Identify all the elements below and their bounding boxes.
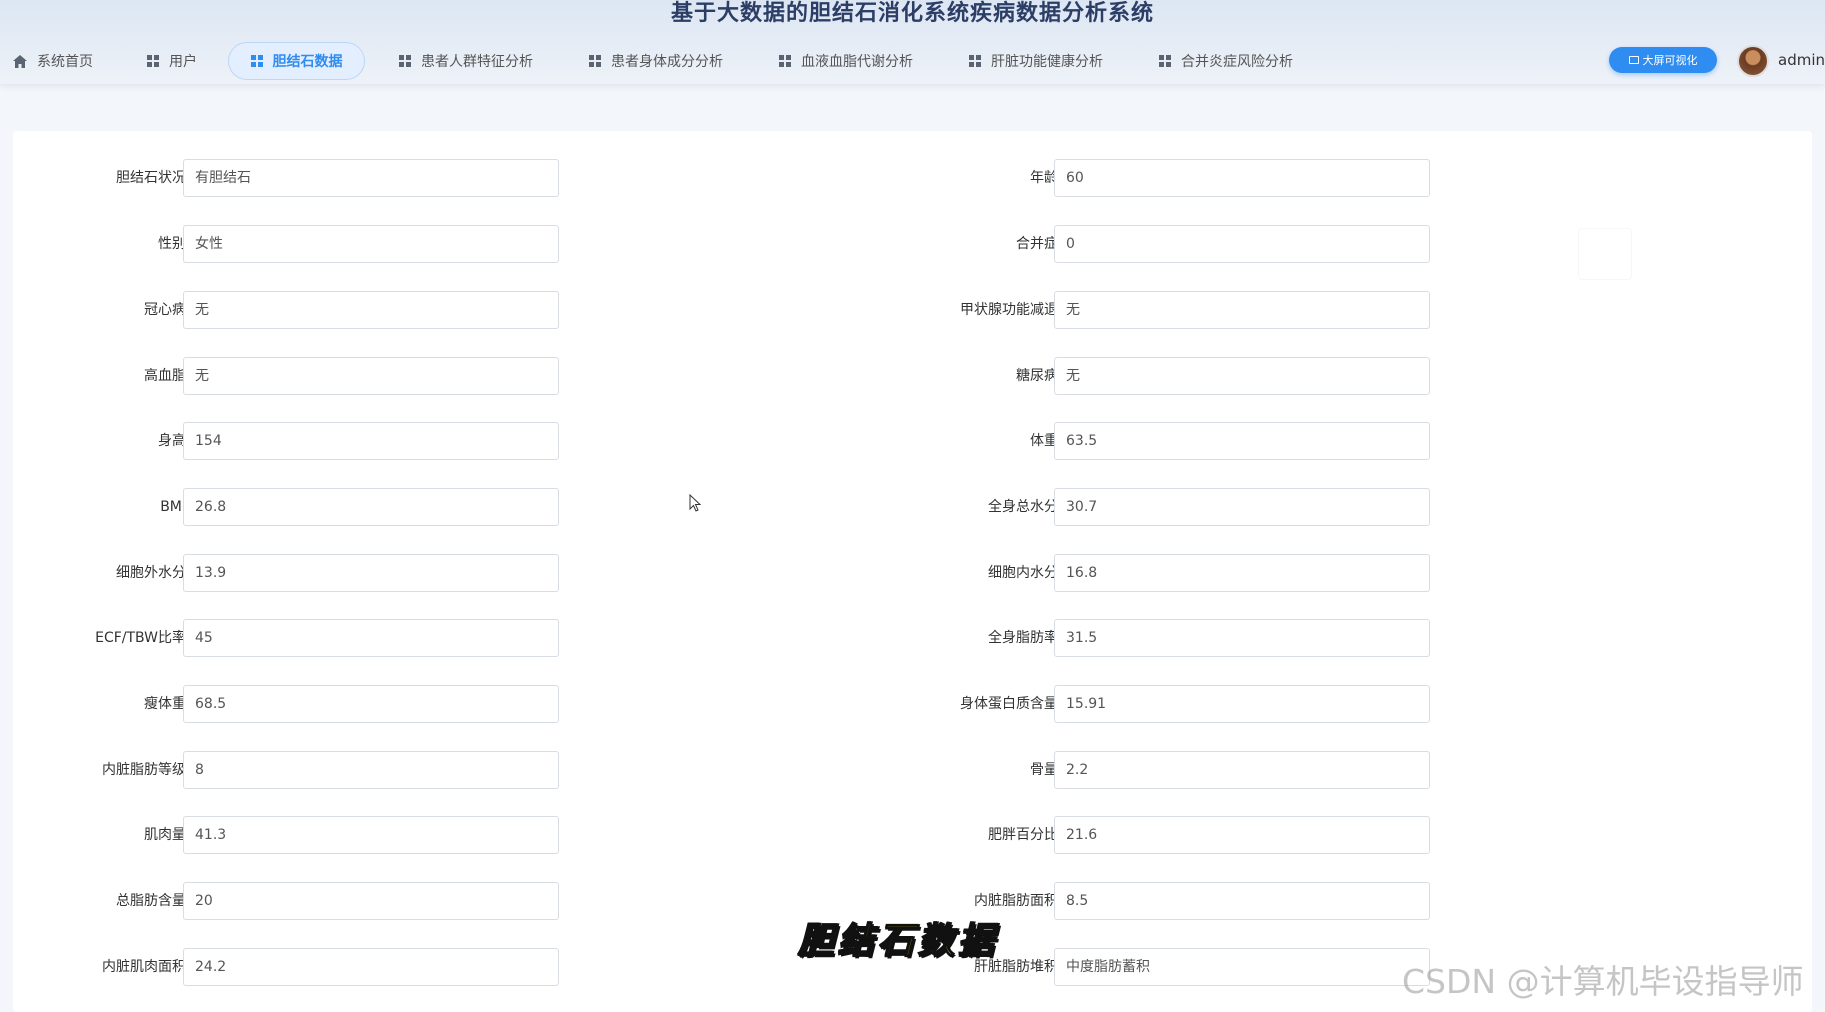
intracellular-water-field[interactable]: 16.8 <box>1054 554 1430 592</box>
age-field[interactable]: 60 <box>1054 159 1430 197</box>
total-body-water-field[interactable]: 30.7 <box>1054 488 1430 526</box>
weight-field[interactable]: 63.5 <box>1054 422 1430 460</box>
nav-label: 合并炎症风险分析 <box>1181 54 1293 70</box>
muscle-mass-field[interactable]: 41.3 <box>183 816 559 854</box>
lean-mass-field[interactable]: 68.5 <box>183 685 559 723</box>
field-label: 合并症 <box>1016 236 1058 252</box>
avatar[interactable] <box>1737 45 1769 77</box>
field-label: BMI <box>160 499 186 515</box>
field-label: 身体蛋白质含量 <box>960 696 1058 712</box>
coronary-disease-field[interactable]: 无 <box>183 291 559 329</box>
nav-home[interactable]: 系统首页 <box>13 42 93 80</box>
body-protein-field[interactable]: 15.91 <box>1054 685 1430 723</box>
field-label: 甲状腺功能减退 <box>960 302 1058 318</box>
hyperlipidemia-field[interactable]: 无 <box>183 357 559 395</box>
height-field[interactable]: 154 <box>183 422 559 460</box>
grid-icon <box>1159 55 1171 67</box>
gallstone-status-field[interactable]: 有胆结石 <box>183 159 559 197</box>
field-label: 肌肉量 <box>144 827 186 843</box>
comorbidity-field[interactable]: 0 <box>1054 225 1430 263</box>
field-label: 内脏脂肪面积 <box>974 893 1058 909</box>
video-caption: 胆结石数据 <box>797 919 999 963</box>
field-label: 性别 <box>158 236 186 252</box>
body-fat-rate-field[interactable]: 31.5 <box>1054 619 1430 657</box>
nav-liver-function[interactable]: 肝脏功能健康分析 <box>969 42 1103 80</box>
nav-label: 患者身体成分分析 <box>611 54 723 70</box>
nav-label: 用户 <box>169 54 197 70</box>
field-label: 冠心病 <box>144 302 186 318</box>
home-icon <box>13 54 27 68</box>
nav-blood-lipid[interactable]: 血液血脂代谢分析 <box>779 42 913 80</box>
field-label: 糖尿病 <box>1016 368 1058 384</box>
hypothyroidism-field[interactable]: 无 <box>1054 291 1430 329</box>
field-label: 高血脂 <box>144 368 186 384</box>
visceral-fat-level-field[interactable]: 8 <box>183 751 559 789</box>
app-title: 基于大数据的胆结石消化系统疾病数据分析系统 <box>670 1 1154 26</box>
username[interactable]: admin <box>1778 51 1825 69</box>
nav-label: 患者人群特征分析 <box>421 54 533 70</box>
gender-field[interactable]: 女性 <box>183 225 559 263</box>
field-label: 总脂肪含量 <box>116 893 186 909</box>
nav-users[interactable]: 用户 <box>147 42 197 80</box>
grid-icon <box>147 55 159 67</box>
field-label: 身高 <box>158 433 186 449</box>
field-label: 瘦体重 <box>144 696 186 712</box>
grid-icon <box>589 55 601 67</box>
diabetes-field[interactable]: 无 <box>1054 357 1430 395</box>
grid-icon <box>969 55 981 67</box>
nav-population-analysis[interactable]: 患者人群特征分析 <box>399 42 533 80</box>
nav-gallstone-data[interactable]: 胆结石数据 <box>228 42 365 80</box>
nav-label: 系统首页 <box>37 54 93 70</box>
visceral-fat-area-field[interactable]: 8.5 <box>1054 882 1430 920</box>
bmi-field[interactable]: 26.8 <box>183 488 559 526</box>
monitor-icon <box>1628 56 1639 64</box>
image-placeholder <box>1578 228 1632 280</box>
grid-icon <box>250 55 263 67</box>
grid-icon <box>399 55 411 67</box>
visceral-muscle-area-field[interactable]: 24.2 <box>183 948 559 986</box>
liver-fat-accumulation-field[interactable]: 中度脂肪蓄积 <box>1054 948 1430 986</box>
ecf-tbw-ratio-field[interactable]: 45 <box>183 619 559 657</box>
field-label: 胆结石状况 <box>116 170 186 186</box>
nav-body-composition[interactable]: 患者身体成分分析 <box>589 42 723 80</box>
field-label: 年龄 <box>1030 170 1058 186</box>
nav-label: 胆结石数据 <box>272 54 343 70</box>
watermark: CSDN @计算机毕设指导师 <box>1402 962 1804 1001</box>
nav-label: 肝脏功能健康分析 <box>991 54 1103 70</box>
extracellular-water-field[interactable]: 13.9 <box>183 554 559 592</box>
bigscreen-label: 大屏可视化 <box>1642 54 1698 67</box>
field-label: 细胞外水分 <box>116 565 186 581</box>
field-label: 全身总水分 <box>988 499 1058 515</box>
nav-label: 血液血脂代谢分析 <box>801 54 913 70</box>
field-label: 骨量 <box>1030 762 1058 778</box>
field-label: ECF/TBW比率 <box>95 630 186 646</box>
bigscreen-button[interactable]: 大屏可视化 <box>1609 47 1717 73</box>
detail-form-panel: 胆结石状况 有胆结石 性别 女性 冠心病 无 高血脂 无 身高 154 BMI … <box>13 131 1812 1012</box>
field-label: 细胞内水分 <box>988 565 1058 581</box>
field-label: 体重 <box>1030 433 1058 449</box>
nav-inflammation-risk[interactable]: 合并炎症风险分析 <box>1159 42 1293 80</box>
obesity-percent-field[interactable]: 21.6 <box>1054 816 1430 854</box>
mouse-cursor-icon <box>689 494 702 512</box>
field-label: 内脏脂肪等级 <box>102 762 186 778</box>
top-navbar: 基于大数据的胆结石消化系统疾病数据分析系统 系统首页 用户 胆结石数据 患者人群… <box>0 0 1825 84</box>
total-fat-field[interactable]: 20 <box>183 882 559 920</box>
field-label: 全身脂肪率 <box>988 630 1058 646</box>
field-label: 内脏肌肉面积 <box>102 959 186 975</box>
grid-icon <box>779 55 791 67</box>
bone-mass-field[interactable]: 2.2 <box>1054 751 1430 789</box>
field-label: 肥胖百分比 <box>988 827 1058 843</box>
